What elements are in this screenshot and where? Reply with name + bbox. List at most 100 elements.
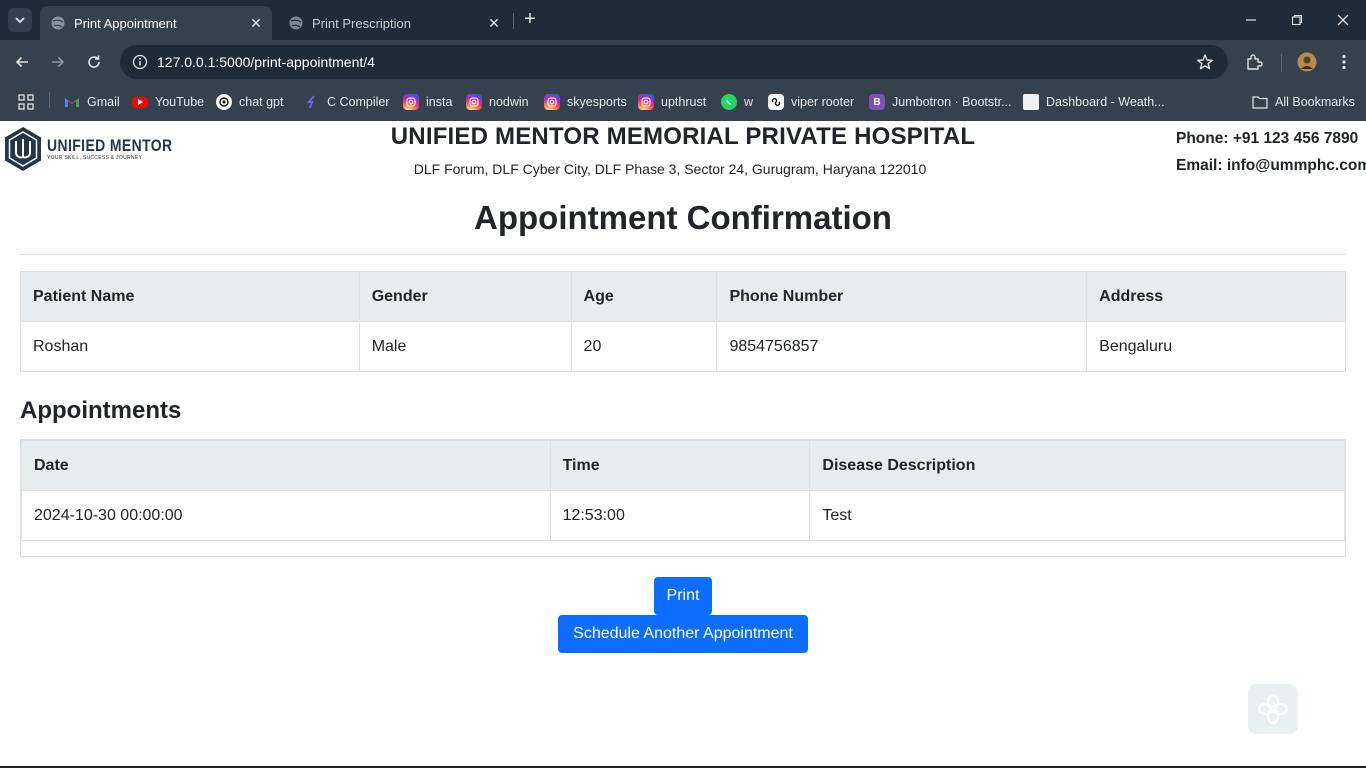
address-bar[interactable]: 127.0.0.1:5000/print-appointment/4 [120, 45, 1228, 79]
close-tab-icon[interactable]: ✕ [246, 13, 266, 33]
table-header-row: Patient Name Gender Age Phone Number Add… [20, 271, 1346, 322]
page-icon [1023, 94, 1039, 110]
tab-search-button[interactable] [8, 8, 32, 32]
chatgpt-icon [216, 94, 232, 110]
time-cell: 12:53:00 [549, 490, 811, 541]
bookmark-label: skyesports [567, 95, 627, 109]
column-header: Date [21, 440, 551, 491]
tab-print-prescription[interactable]: Print Prescription ✕ [278, 6, 510, 40]
instagram-icon [466, 94, 482, 110]
instagram-icon [403, 94, 419, 110]
bookmark-label: nodwin [489, 95, 529, 109]
bookmark-c-compiler[interactable]: C Compiler [304, 91, 390, 113]
globe-icon [289, 16, 303, 30]
url-text[interactable]: 127.0.0.1:5000/print-appointment/4 [157, 54, 375, 70]
back-icon[interactable] [10, 50, 34, 74]
compiler-icon [304, 94, 320, 110]
gmail-icon [64, 94, 80, 110]
bookmark-gmail[interactable]: Gmail [64, 91, 120, 113]
page-content: UNIFIED MENTOR YOUR SKILL, SUCCESS & JOU… [0, 121, 1366, 768]
bookmark-label: viper rooter [791, 95, 855, 109]
bookmark-label: insta [426, 95, 453, 109]
bookmark-label: Jumbotron · Bootstr... [892, 95, 1012, 109]
page-title: Appointment Confirmation [474, 199, 892, 236]
bookmark-label: chat gpt [239, 95, 284, 109]
bookmark-label: upthrust [661, 95, 707, 109]
column-header: Address [1086, 271, 1346, 322]
patient-name-cell: Roshan [20, 321, 360, 372]
age-cell: 20 [570, 321, 718, 372]
bookmark-viper-rooter[interactable]: viper rooter [768, 91, 854, 113]
all-bookmarks-label: All Bookmarks [1275, 95, 1355, 109]
bookmark-nodwin[interactable]: nodwin [466, 91, 529, 113]
bookmark-label: Dashboard - Weath... [1046, 95, 1165, 109]
bookmark-youtube[interactable]: YouTube [132, 91, 204, 113]
bookmark-w[interactable]: w [721, 91, 753, 113]
chevron-down-icon [15, 17, 25, 24]
table-row: 2024-10-30 00:00:00 12:53:00 Test [21, 490, 1345, 541]
disease-description-cell: Test [809, 490, 1345, 541]
bookmark-label: C Compiler [327, 95, 390, 109]
bookmark-upthrust[interactable]: upthrust [638, 91, 706, 113]
tab-divider [513, 13, 514, 29]
bookmark-star-icon[interactable] [1194, 51, 1216, 73]
hospital-address: DLF Forum, DLF Cyber City, DLF Phase 3, … [413, 161, 927, 177]
globe-icon [51, 16, 65, 30]
restore-icon[interactable] [1274, 0, 1320, 40]
tab-print-appointment[interactable]: Print Appointment ✕ [40, 6, 272, 40]
bookmark-label: YouTube [155, 95, 205, 109]
phone-cell: 9854756857 [716, 321, 1088, 372]
title-divider [20, 254, 1346, 255]
patient-table: Patient Name Gender Age Phone Number Add… [20, 271, 1346, 372]
bookmark-dashboard-weather[interactable]: Dashboard - Weath... [1023, 91, 1165, 113]
forward-icon[interactable] [46, 50, 70, 74]
phone-text: Phone: +91 123 456 7890 [1176, 130, 1359, 147]
column-header: Patient Name [20, 271, 360, 322]
bookmark-label: Gmail [87, 95, 120, 109]
address-cell: Bengaluru [1086, 321, 1346, 372]
extensions-icon[interactable] [1242, 50, 1266, 74]
contact-info: Phone: +91 123 456 7890 Email: info@ummp… [1176, 125, 1366, 179]
apps-grid-icon[interactable] [18, 91, 34, 113]
reload-icon[interactable] [82, 50, 106, 74]
bookmarks-divider [49, 92, 50, 108]
browser-toolbar: 127.0.0.1:5000/print-appointment/4 [0, 40, 1366, 84]
email-text: Email: info@ummphc.com [1176, 157, 1366, 174]
new-tab-icon[interactable]: + [520, 9, 540, 30]
browser-tab-strip: Print Appointment ✕ Print Prescription ✕… [0, 0, 1366, 40]
bookmark-insta[interactable]: insta [403, 91, 452, 113]
appointments-table: Date Time Disease Description 2024-10-30… [21, 440, 1345, 541]
toolbar-divider [1281, 54, 1282, 72]
column-header: Time [549, 440, 811, 491]
column-header: Phone Number [716, 271, 1088, 322]
youtube-icon [132, 96, 148, 108]
whatsapp-icon [721, 94, 737, 110]
viper-icon [768, 94, 784, 110]
appointments-container: Date Time Disease Description 2024-10-30… [20, 439, 1346, 557]
bookmark-label: w [744, 95, 754, 109]
column-header: Gender [358, 271, 572, 322]
hospital-name: UNIFIED MENTOR MEMORIAL PRIVATE HOSPITAL [390, 123, 976, 150]
table-row: Roshan Male 20 9854756857 Bengaluru [20, 321, 1346, 372]
flower-icon [1257, 693, 1289, 725]
print-button[interactable]: Print [654, 577, 712, 615]
folder-icon [1252, 94, 1268, 110]
bookmark-chat-gpt[interactable]: chat gpt [216, 91, 283, 113]
column-header: Age [570, 271, 718, 322]
bookmark-skyesports[interactable]: skyesports [544, 91, 627, 113]
date-cell: 2024-10-30 00:00:00 [21, 490, 551, 541]
instagram-icon [638, 94, 654, 110]
all-bookmarks-button[interactable]: All Bookmarks [1252, 91, 1355, 113]
floating-assistant-icon[interactable] [1248, 684, 1298, 734]
bookmark-jumbotron[interactable]: B Jumbotron · Bootstr... [869, 91, 1012, 113]
table-header-row: Date Time Disease Description [21, 440, 1345, 491]
close-tab-icon[interactable]: ✕ [484, 13, 504, 33]
close-window-icon[interactable] [1320, 0, 1366, 40]
appointments-heading: Appointments [20, 397, 182, 424]
menu-kebab-icon[interactable] [1332, 50, 1356, 74]
site-info-icon[interactable] [128, 50, 152, 74]
minimize-icon[interactable] [1228, 0, 1274, 40]
profile-avatar[interactable] [1295, 50, 1319, 74]
bootstrap-icon: B [869, 94, 885, 110]
schedule-another-appointment-button[interactable]: Schedule Another Appointment [558, 615, 808, 653]
